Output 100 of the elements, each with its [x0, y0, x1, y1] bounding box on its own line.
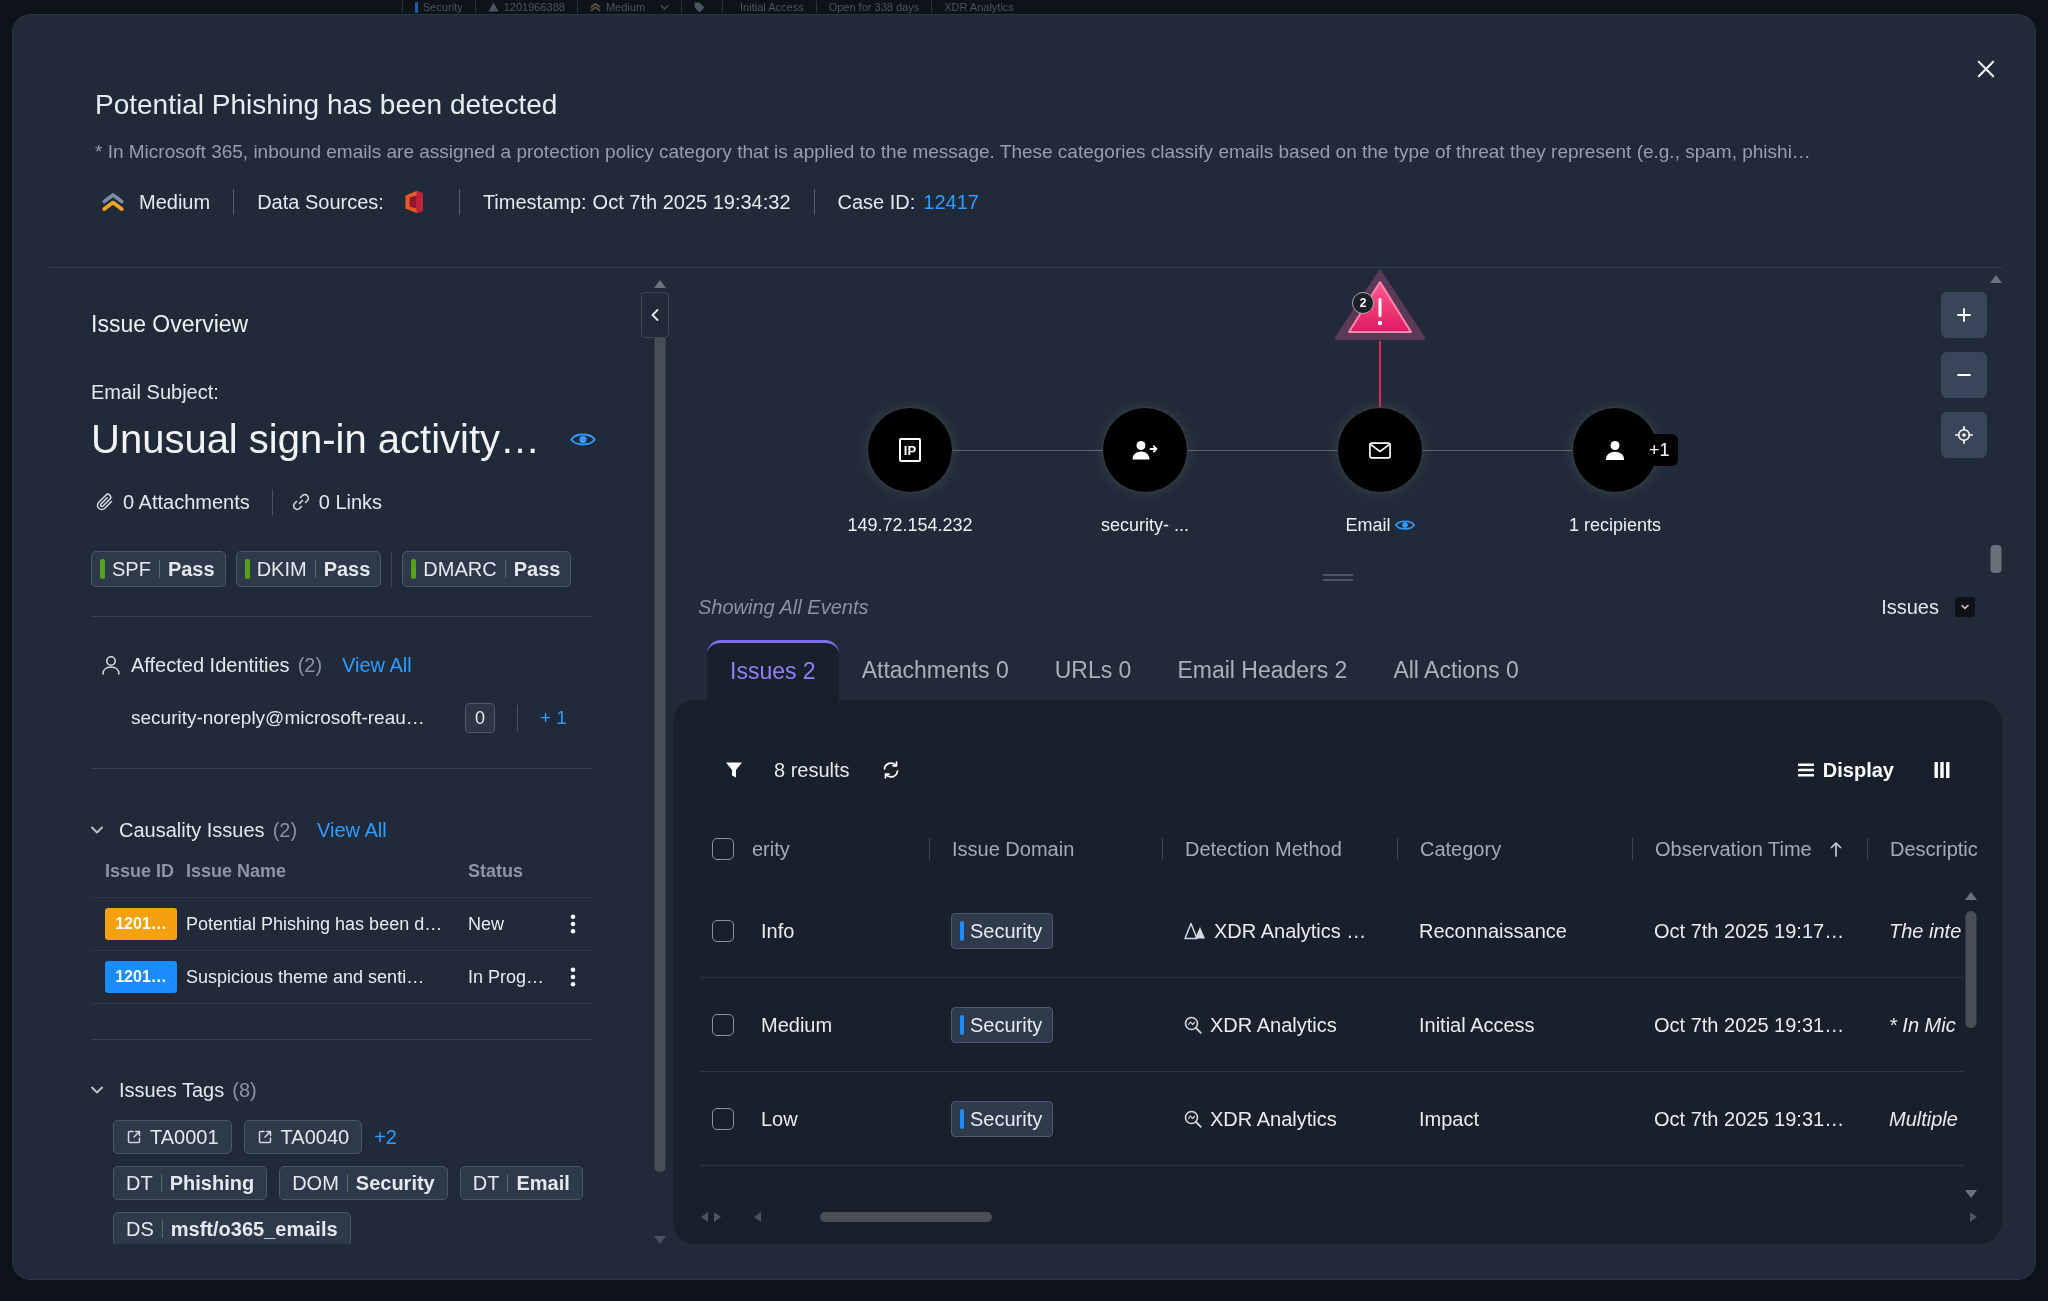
chevron-down-icon[interactable] [91, 826, 103, 834]
description-text: Multiple [1889, 1107, 1958, 1130]
column-header: Issue Name [186, 860, 288, 883]
tactic-tag[interactable]: TA0040 [243, 1120, 363, 1154]
case-id-link[interactable]: 12417 [923, 187, 979, 217]
identity-email[interactable]: security-noreply@microsoft-reau… [131, 703, 447, 733]
column-header[interactable]: Descriptic [1890, 834, 1978, 864]
sort-arrow-icon[interactable] [1829, 841, 1842, 857]
checkbox[interactable] [712, 1107, 734, 1130]
email-subject: Unusual sign-in activity… [91, 416, 541, 463]
time-text: Oct 7th 2025 19:31… [1654, 1107, 1845, 1130]
tag-value: Phishing [169, 1171, 255, 1196]
tab[interactable]: Email Headers 2 [1154, 640, 1371, 700]
tab[interactable]: URLs 0 [1031, 640, 1155, 700]
severity-text: Info [761, 919, 795, 942]
checkbox[interactable] [712, 919, 734, 942]
close-icon[interactable] [1977, 60, 1995, 78]
case-id-label: Case ID: [837, 190, 916, 215]
more-tags-link[interactable]: +2 [374, 1122, 397, 1152]
source-logo-icon [403, 190, 424, 214]
method-text: XDR Analytics [1210, 1106, 1337, 1132]
checkbox[interactable] [712, 838, 734, 860]
ip-tag: IP [898, 438, 922, 462]
more-link[interactable]: + 1 [540, 703, 567, 733]
attachment-count: 0 Attachments [123, 490, 250, 515]
description-text: * In Microsoft 365, inbound emails are assigned a protection policy category that is applied to the message. These categories classify emails based on the type of threat they represent (e.g., spam, phishi… [95, 140, 1812, 164]
view-all-link[interactable]: View All [317, 817, 387, 843]
tag-key: DT [126, 1168, 153, 1198]
column-header[interactable]: Detection Method [1185, 834, 1342, 864]
checkbox[interactable] [712, 1013, 734, 1036]
column-header: Issue ID [105, 860, 176, 883]
category-text: Reconnaissance [1419, 919, 1567, 942]
tag-text: Security [970, 1106, 1043, 1132]
column-header[interactable]: Category [1420, 834, 1502, 864]
alert-triangle-icon[interactable] [1334, 269, 1426, 341]
horizontal-scrollbar[interactable] [700, 1211, 1978, 1223]
tab[interactable]: Attachments 0 [838, 640, 1032, 700]
resize-handle-icon[interactable] [1323, 574, 1353, 581]
chevron-down-icon[interactable] [91, 1086, 103, 1094]
marker-icon [960, 1014, 964, 1035]
recenter-button[interactable] [1941, 412, 1987, 458]
column-header[interactable]: Issue Domain [952, 834, 1075, 864]
tag-value: Email [516, 1171, 570, 1196]
view-all-link[interactable]: View All [342, 652, 412, 678]
marker-icon [415, 1, 418, 13]
display-button[interactable]: Display [1797, 755, 1894, 785]
dialog-title: Potential Phishing has been detected [95, 88, 559, 122]
person-arrow-icon [1132, 440, 1158, 460]
field-label: Email Subject: [91, 380, 220, 404]
node-label: 1 recipients [1568, 513, 1662, 537]
more-options-icon[interactable] [570, 914, 576, 934]
node-label: 149.72.154.232 [847, 513, 973, 537]
person-outline-icon [101, 655, 121, 675]
columns-icon[interactable] [1934, 761, 1950, 779]
issue-status: New [468, 912, 505, 936]
check-result: Pass [323, 557, 371, 582]
tab[interactable]: All Actions 0 [1370, 640, 1542, 700]
vertical-scrollbar[interactable] [653, 279, 667, 1245]
detail-text: XDR Analytics [944, 0, 1014, 14]
severity-label: Medium [139, 190, 211, 215]
refresh-icon[interactable] [881, 761, 900, 779]
check-name: SPF [112, 557, 151, 582]
tag-value: msft/o365_emails [170, 1217, 338, 1242]
view-dropdown[interactable]: Issues [1881, 592, 1975, 622]
external-link-icon [256, 1129, 273, 1145]
column-header[interactable]: erity [752, 834, 790, 864]
tactic-tag[interactable]: TA0001 [113, 1120, 232, 1154]
column-header[interactable]: Observation Time [1655, 834, 1812, 864]
more-options-icon[interactable] [570, 967, 576, 987]
zoom-in-button[interactable] [1941, 292, 1987, 338]
tab[interactable]: Issues 2 [707, 640, 839, 700]
check-name: DMARC [423, 557, 497, 582]
severity-text: Medium [605, 0, 646, 14]
marker-icon [960, 1108, 964, 1129]
filter-icon[interactable] [725, 761, 743, 779]
issue-name[interactable]: Potential Phishing has been d… [186, 910, 459, 938]
ip-node[interactable]: IP [867, 407, 953, 493]
node-label: security- ... [1101, 513, 1189, 537]
collapse-button[interactable] [641, 292, 669, 338]
description-text: The inte [1889, 919, 1962, 942]
link-count: 0 Links [318, 490, 383, 515]
section-title: Affected Identities [131, 653, 290, 678]
external-link-icon [126, 1129, 142, 1145]
section-count: (2) [272, 818, 298, 843]
marker-icon [960, 920, 964, 941]
chevrons-icon [589, 2, 601, 12]
node-label: Email [1345, 513, 1391, 537]
plus-icon [1957, 308, 1971, 322]
caret-icon [660, 4, 670, 10]
category-text: Impact [1419, 1107, 1480, 1130]
envelope-icon [1369, 441, 1391, 459]
alert-connector [1379, 341, 1381, 407]
vertical-scrollbar[interactable] [1989, 273, 2003, 575]
method-text: XDR Analytics [1210, 1012, 1337, 1038]
eye-icon[interactable] [1394, 518, 1415, 532]
issue-name[interactable]: Suspicious theme and senti… [186, 963, 459, 991]
crosshair-icon [1955, 426, 1973, 444]
person-icon [1605, 440, 1625, 460]
section-count: (2) [297, 653, 323, 678]
tag-key: DOM [292, 1168, 339, 1198]
